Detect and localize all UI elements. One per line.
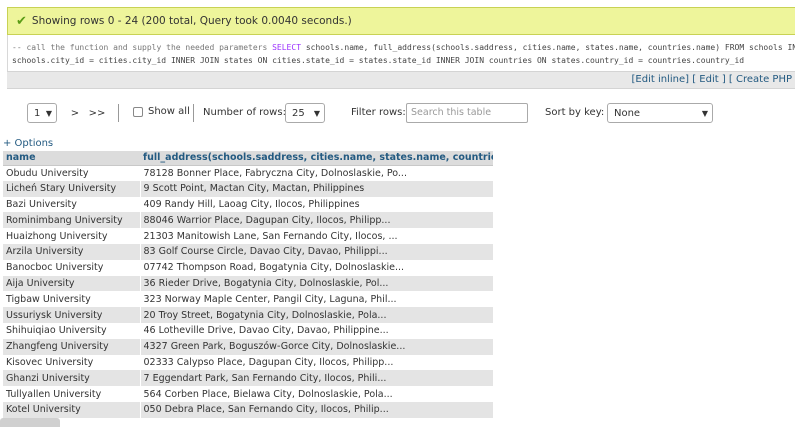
chevron-down-icon: ▼ — [313, 108, 320, 118]
cell-name[interactable]: Ussuriysk University — [3, 307, 141, 323]
checkmark-icon: ✔ — [16, 13, 27, 29]
cell-full-address[interactable]: 78128 Bonner Place, Fabryczna City, Doln… — [140, 165, 493, 181]
sql-action-bar: [Edit inline] [ Edit ] [ Create PHP — [7, 71, 795, 89]
cell-name[interactable]: Kisovec University — [3, 354, 141, 371]
results-table: name full_address(schools.saddress, citi… — [3, 151, 493, 418]
cell-full-address[interactable]: 20 Troy Street, Bogatynia City, Dolnosla… — [140, 307, 493, 323]
cell-full-address[interactable]: 02333 Calypso Place, Dagupan City, Iloco… — [140, 354, 493, 371]
table-row[interactable]: Rominimbang University 88046 Warrior Plac… — [3, 212, 493, 229]
cell-full-address[interactable]: 564 Corben Place, Bielawa City, Dolnosla… — [140, 386, 493, 402]
sql-line-1: -- call the function and supply the need… — [12, 41, 795, 54]
success-message-bar: ✔ Showing rows 0 - 24 (200 total, Query … — [7, 7, 795, 35]
table-row[interactable]: Tigbaw University 323 Norway Maple Center… — [3, 291, 493, 308]
cell-full-address[interactable]: 88046 Warrior Place, Dagupan City, Iloco… — [140, 212, 493, 229]
cell-name[interactable]: Tigbaw University — [3, 291, 141, 308]
divider — [193, 104, 194, 122]
table-row[interactable]: Obudu University 78128 Bonner Place, Fabr… — [3, 165, 493, 181]
create-php-link[interactable]: [ Create PHP — [729, 74, 792, 85]
page-select[interactable]: 1 ▼ — [27, 103, 57, 123]
sql-query-box[interactable]: -- call the function and supply the need… — [7, 35, 795, 71]
cell-name[interactable]: Rominimbang University — [3, 212, 141, 229]
column-header-full-address[interactable]: full_address(schools.saddress, cities.na… — [140, 151, 493, 166]
table-row[interactable]: Kisovec University 02333 Calypso Place, D… — [3, 354, 493, 371]
filter-rows-input[interactable]: Search this table — [406, 103, 528, 123]
cell-full-address[interactable]: 050 Debra Place, San Fernando City, Iloc… — [140, 401, 493, 418]
cell-full-address[interactable]: 07742 Thompson Road, Bogatynia City, Dol… — [140, 259, 493, 276]
divider — [118, 104, 119, 122]
show-all-label[interactable]: Show all — [148, 106, 190, 117]
edit-link[interactable]: [ Edit ] — [692, 74, 726, 85]
table-row[interactable]: Shihuiqiao University 46 Lotheville Drive… — [3, 322, 493, 339]
cell-name[interactable]: Arzila University — [3, 243, 141, 260]
table-row[interactable]: Banocboc University 07742 Thompson Road, … — [3, 259, 493, 276]
sort-by-key-select[interactable]: None ▼ — [607, 103, 713, 123]
table-row[interactable]: Tullyallen University 564 Corben Place, B… — [3, 386, 493, 402]
table-header-row: name full_address(schools.saddress, citi… — [3, 151, 493, 166]
number-of-rows-value: 25 — [292, 107, 305, 119]
options-toggle[interactable]: + Options — [3, 138, 53, 149]
sql-line-1-rest: schools.name, full_address(schools.saddr… — [305, 43, 795, 52]
table-row[interactable]: Aija University 36 Rieder Drive, Bogatyni… — [3, 275, 493, 292]
table-row[interactable]: Kotel University 050 Debra Place, San Fer… — [3, 401, 493, 418]
console-tab[interactable] — [0, 418, 60, 427]
cell-name[interactable]: Ghanzi University — [3, 370, 141, 387]
cell-name[interactable]: Obudu University — [3, 165, 141, 181]
sql-keyword-select: SELECT — [272, 43, 302, 52]
sql-line-2: schools.city_id = cities.city_id INNER J… — [12, 56, 745, 65]
next-page-button[interactable]: > — [64, 103, 86, 123]
column-header-name[interactable]: name — [3, 151, 140, 166]
chevron-down-icon: ▼ — [701, 108, 708, 118]
edit-inline-link[interactable]: [Edit inline] — [632, 74, 690, 85]
cell-full-address[interactable]: 7 Eggendart Park, San Fernando City, Ilo… — [140, 370, 493, 387]
sort-by-key-label: Sort by key: — [545, 107, 605, 118]
cell-name[interactable]: Shihuiqiao University — [3, 322, 141, 339]
cell-name[interactable]: Aija University — [3, 275, 141, 292]
sort-by-key-value: None — [614, 107, 641, 119]
cell-full-address[interactable]: 83 Golf Course Circle, Davao City, Davao… — [140, 243, 493, 260]
cell-name[interactable]: Huaizhong University — [3, 228, 141, 244]
table-row[interactable]: Arzila University 83 Golf Course Circle, … — [3, 243, 493, 260]
filter-rows-label: Filter rows: — [351, 107, 406, 118]
chevron-down-icon: ▼ — [45, 108, 52, 118]
table-row[interactable]: Bazi University 409 Randy Hill, Laoag Cit… — [3, 196, 493, 213]
cell-name[interactable]: Licheń Stary University — [3, 180, 141, 197]
table-row[interactable]: Ussuriysk University 20 Troy Street, Boga… — [3, 307, 493, 323]
page-select-value: 1 — [34, 107, 41, 119]
cell-full-address[interactable]: 21303 Manitowish Lane, San Fernando City… — [140, 228, 493, 244]
cell-name[interactable]: Zhangfeng University — [3, 338, 141, 355]
last-page-button[interactable]: >> — [86, 103, 108, 123]
number-of-rows-select[interactable]: 25 ▼ — [285, 103, 325, 123]
success-message: Showing rows 0 - 24 (200 total, Query to… — [31, 15, 352, 27]
show-all-checkbox[interactable] — [133, 107, 143, 117]
cell-full-address[interactable]: 4327 Green Park, Boguszów-Gorce City, Do… — [140, 338, 493, 355]
sql-comment: -- call the function and supply the need… — [12, 43, 268, 52]
table-row[interactable]: Ghanzi University 7 Eggendart Park, San F… — [3, 370, 493, 387]
table-row[interactable]: Huaizhong University 21303 Manitowish Lan… — [3, 228, 493, 244]
cell-full-address[interactable]: 409 Randy Hill, Laoag City, Ilocos, Phil… — [140, 196, 493, 213]
cell-full-address[interactable]: 323 Norway Maple Center, Pangil City, La… — [140, 291, 493, 308]
cell-name[interactable]: Tullyallen University — [3, 386, 141, 402]
cell-full-address[interactable]: 36 Rieder Drive, Bogatynia City, Dolnosl… — [140, 275, 493, 292]
number-of-rows-label: Number of rows: — [203, 107, 286, 118]
table-row[interactable]: Zhangfeng University 4327 Green Park, Bog… — [3, 338, 493, 355]
cell-name[interactable]: Kotel University — [3, 401, 141, 418]
navigation-bar: 1 ▼ > >> Show all Number of rows: 25 ▼ F… — [0, 100, 795, 126]
cell-name[interactable]: Banocboc University — [3, 259, 141, 276]
cell-full-address[interactable]: 9 Scott Point, Mactan City, Mactan, Phil… — [140, 180, 493, 197]
cell-full-address[interactable]: 46 Lotheville Drive, Davao City, Davao, … — [140, 322, 493, 339]
table-row[interactable]: Licheń Stary University 9 Scott Point, Ma… — [3, 180, 493, 197]
cell-name[interactable]: Bazi University — [3, 196, 141, 213]
